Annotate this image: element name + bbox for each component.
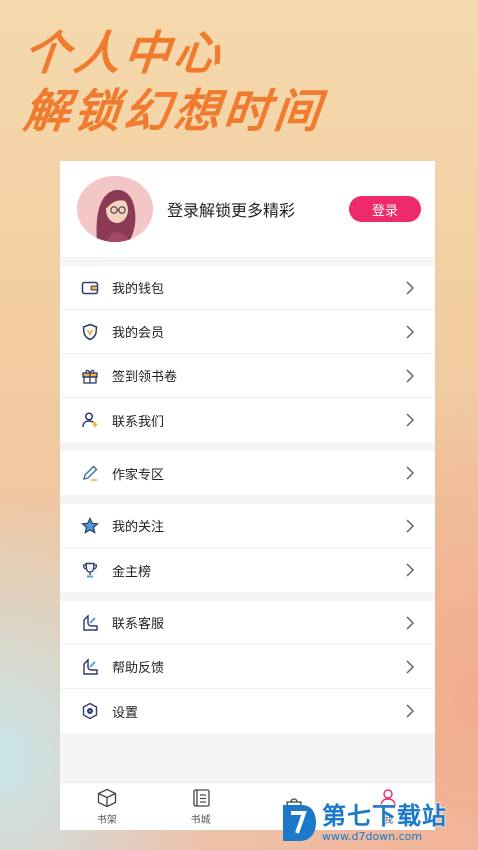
vip-shield-icon: [81, 323, 99, 341]
pen-icon: [81, 464, 99, 482]
tab-label: 书架: [96, 814, 117, 826]
menu-item-author-zone[interactable]: 作家专区: [60, 451, 435, 495]
customer-service-icon: [81, 613, 99, 632]
menu-item-contact-us[interactable]: 联系我们: [60, 398, 435, 442]
settings-icon: [81, 702, 99, 720]
headline-line-2: 解锁幻想时间: [21, 84, 327, 138]
menu-item-vip[interactable]: 我的会员: [60, 310, 435, 354]
menu-group-account: 我的钱包 我的会员 签到领书卷 联系我们: [60, 266, 435, 442]
chevron-right-icon: [406, 704, 415, 718]
watermark-url: www.d7down.com: [322, 830, 423, 843]
d7-logo-icon: [283, 805, 316, 841]
book-list-icon: [192, 788, 210, 807]
promo-headline: 个人中心 解锁幻想时间: [21, 24, 327, 140]
login-prompt: 登录解锁更多精彩: [167, 201, 296, 220]
headline-line-1: 个人中心: [21, 26, 227, 80]
menu-item-settings[interactable]: 设置: [60, 689, 435, 733]
chevron-right-icon: [406, 324, 415, 339]
menu-item-label: 帮助反馈: [112, 661, 165, 676]
menu-item-label: 作家专区: [112, 467, 165, 483]
login-button[interactable]: 登录: [349, 196, 421, 222]
menu-item-label: 我的钱包: [112, 282, 165, 297]
tab-label: 书城: [190, 814, 211, 826]
menu-item-sponsor-rank[interactable]: 金主榜: [60, 548, 435, 592]
chevron-right-icon: [406, 615, 415, 630]
tab-bookshelf[interactable]: 书架: [60, 783, 154, 830]
tab-bookstore[interactable]: 书城: [154, 783, 248, 830]
app-screen: 登录解锁更多精彩 登录 我的钱包 我的会员 签到领书卷 联系我们 作家专区 我的…: [60, 161, 435, 830]
menu-item-help-feedback[interactable]: 帮助反馈: [60, 645, 435, 689]
box-icon: [97, 788, 117, 807]
chevron-right-icon: [406, 466, 415, 480]
feedback-icon: [81, 657, 99, 676]
gift-icon: [81, 367, 99, 385]
menu-item-label: 我的会员: [112, 326, 165, 341]
chevron-right-icon: [406, 280, 415, 295]
menu-item-label: 金主榜: [112, 564, 152, 580]
menu-item-checkin[interactable]: 签到领书卷: [60, 354, 435, 398]
menu-item-label: 签到领书卷: [112, 370, 178, 385]
menu-group-support: 联系客服 帮助反馈 设置: [60, 601, 435, 733]
trophy-icon: [81, 561, 99, 579]
menu-item-wallet[interactable]: 我的钱包: [60, 266, 435, 310]
menu-item-customer-service[interactable]: 联系客服: [60, 601, 435, 645]
chevron-right-icon: [406, 368, 415, 383]
chevron-right-icon: [406, 518, 415, 533]
chevron-right-icon: [406, 413, 415, 427]
menu-item-following[interactable]: 我的关注: [60, 504, 435, 548]
menu-group-author: 作家专区: [60, 451, 435, 495]
menu-item-label: 联系客服: [112, 617, 165, 632]
chevron-right-icon: [406, 563, 415, 577]
avatar[interactable]: [77, 176, 153, 242]
menu-item-label: 联系我们: [112, 414, 165, 430]
star-icon: [81, 516, 99, 535]
menu-group-social: 我的关注 金主榜: [60, 504, 435, 592]
wallet-icon: [81, 279, 99, 297]
site-watermark: 第七下载站 www.d7down.com: [280, 796, 478, 850]
watermark-title: 第七下载站: [322, 802, 447, 830]
menu-item-label: 设置: [112, 705, 139, 721]
contact-user-icon: [81, 411, 99, 429]
profile-header: 登录解锁更多精彩 登录: [60, 161, 435, 257]
menu-item-label: 我的关注: [112, 520, 165, 535]
chevron-right-icon: [406, 659, 415, 674]
